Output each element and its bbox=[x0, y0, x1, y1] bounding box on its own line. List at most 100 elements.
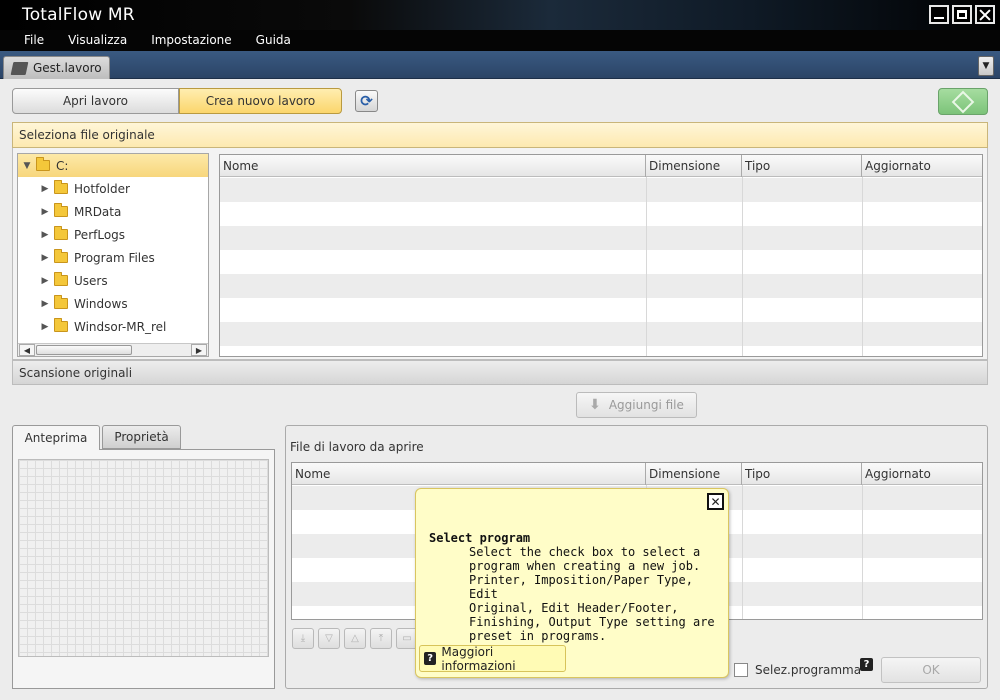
tree-item-label: Windsor-MR_rel bbox=[74, 319, 167, 334]
more-info-label: Maggiori informazioni bbox=[441, 644, 516, 673]
add-file-button[interactable]: ⬇ Aggiungi file bbox=[576, 392, 697, 418]
tree-item-label: Hotfolder bbox=[74, 181, 130, 196]
tooltip-title: Select program bbox=[429, 531, 531, 545]
column-name[interactable]: Nome bbox=[220, 155, 646, 177]
tree-item-label: MRData bbox=[74, 204, 122, 219]
column-updated[interactable]: Aggiornato bbox=[862, 155, 982, 177]
column-name[interactable]: Nome bbox=[292, 463, 646, 485]
close-icon[interactable]: ✕ bbox=[707, 493, 724, 510]
collapsed-arrow-icon[interactable]: ▶ bbox=[40, 322, 50, 332]
folder-tree[interactable]: ▼ C: ▶ Hotfolder ▶ MRData ▶ PerfLogs ▶ P… bbox=[17, 153, 209, 357]
table-row[interactable] bbox=[220, 274, 982, 298]
tree-horizontal-scrollbar[interactable]: ◀ ▶ bbox=[18, 343, 208, 356]
tree-item-perflogs[interactable]: ▶ PerfLogs bbox=[18, 223, 208, 246]
tab-job-management-label: Gest.lavoro bbox=[33, 61, 102, 75]
expanded-arrow-icon[interactable]: ▼ bbox=[22, 161, 32, 171]
tab-strip: Gest.lavoro ▼ bbox=[0, 51, 1000, 79]
table-header: Nome Dimensione Tipo Aggiornato bbox=[220, 155, 982, 177]
start-button[interactable] bbox=[938, 88, 988, 115]
more-info-button[interactable]: ? Maggiori informazioni bbox=[419, 644, 566, 673]
preview-canvas bbox=[18, 459, 269, 657]
column-size[interactable]: Dimensione bbox=[646, 463, 742, 485]
job-files-title: File di lavoro da aprire bbox=[290, 440, 424, 454]
menu-visualizza[interactable]: Visualizza bbox=[56, 30, 139, 51]
table-row[interactable] bbox=[220, 202, 982, 226]
help-icon[interactable]: ? bbox=[860, 658, 873, 671]
tree-item-label: C: bbox=[56, 158, 69, 173]
refresh-icon[interactable]: ⟳ bbox=[355, 90, 378, 112]
minimize-button[interactable] bbox=[929, 5, 949, 24]
column-divider bbox=[742, 177, 743, 356]
collapsed-arrow-icon[interactable]: ▶ bbox=[40, 230, 50, 240]
table-header: Nome Dimensione Tipo Aggiornato bbox=[292, 463, 982, 485]
folder-icon bbox=[54, 180, 68, 194]
tree-item-windsor[interactable]: ▶ Windsor-MR_rel bbox=[18, 315, 208, 338]
app-title: TotalFlow MR bbox=[22, 5, 135, 25]
tooltip-body: Select the check box to select a program… bbox=[469, 545, 715, 643]
create-job-button[interactable]: Crea nuovo lavoro bbox=[179, 88, 342, 114]
column-updated[interactable]: Aggiornato bbox=[862, 463, 982, 485]
title-bar: TotalFlow MR bbox=[0, 0, 1000, 30]
tree-item-mrdata[interactable]: ▶ MRData bbox=[18, 200, 208, 223]
select-program-checkbox[interactable] bbox=[734, 663, 748, 677]
tree-item-label: Windows bbox=[74, 296, 128, 311]
folder-icon bbox=[54, 272, 68, 286]
window-controls bbox=[929, 5, 995, 24]
move-to-top-icon[interactable]: ⤒ bbox=[370, 628, 392, 649]
column-type[interactable]: Tipo bbox=[742, 463, 862, 485]
scrollbar-thumb[interactable] bbox=[36, 345, 132, 355]
menu-bar: File Visualizza Impostazione Guida bbox=[0, 30, 1000, 51]
download-arrow-icon: ⬇ bbox=[589, 397, 601, 413]
menu-file[interactable]: File bbox=[12, 30, 56, 51]
menu-guida[interactable]: Guida bbox=[244, 30, 303, 51]
ok-button[interactable]: OK bbox=[881, 657, 981, 683]
collapsed-arrow-icon[interactable]: ▶ bbox=[40, 207, 50, 217]
scan-originals-header[interactable]: Scansione originali bbox=[12, 360, 988, 385]
select-original-header[interactable]: Seleziona file originale bbox=[12, 122, 988, 148]
table-row[interactable] bbox=[220, 226, 982, 250]
column-size[interactable]: Dimensione bbox=[646, 155, 742, 177]
folder-icon bbox=[54, 318, 68, 332]
tab-dropdown-button[interactable]: ▼ bbox=[978, 56, 994, 76]
start-icon bbox=[951, 90, 975, 113]
document-icon bbox=[10, 61, 29, 75]
tree-item-label: Users bbox=[74, 273, 108, 288]
menu-impostazione[interactable]: Impostazione bbox=[139, 30, 243, 51]
table-row[interactable] bbox=[220, 298, 982, 322]
help-icon: ? bbox=[424, 652, 437, 665]
tree-item-windows[interactable]: ▶ Windows bbox=[18, 292, 208, 315]
open-job-button[interactable]: Apri lavoro bbox=[12, 88, 179, 114]
tree-item-c[interactable]: ▼ C: bbox=[18, 154, 208, 177]
job-mode-switch: Apri lavoro Crea nuovo lavoro bbox=[12, 88, 342, 114]
maximize-button[interactable] bbox=[952, 5, 972, 24]
table-row[interactable] bbox=[220, 178, 982, 202]
tree-item-hotfolder[interactable]: ▶ Hotfolder bbox=[18, 177, 208, 200]
tab-preview[interactable]: Anteprima bbox=[12, 425, 100, 450]
scroll-right-icon[interactable]: ▶ bbox=[191, 344, 207, 356]
collapsed-arrow-icon[interactable]: ▶ bbox=[40, 299, 50, 309]
add-file-label: Aggiungi file bbox=[608, 398, 684, 412]
tree-item-program-files[interactable]: ▶ Program Files bbox=[18, 246, 208, 269]
column-type[interactable]: Tipo bbox=[742, 155, 862, 177]
collapsed-arrow-icon[interactable]: ▶ bbox=[40, 253, 50, 263]
tree-item-users[interactable]: ▶ Users bbox=[18, 269, 208, 292]
column-divider bbox=[862, 177, 863, 356]
column-divider bbox=[862, 485, 863, 619]
select-program-label[interactable]: Selez.programma bbox=[755, 663, 861, 677]
table-row[interactable] bbox=[220, 250, 982, 274]
move-down-icon[interactable]: ▽ bbox=[318, 628, 340, 649]
column-divider bbox=[742, 485, 743, 619]
tab-job-management[interactable]: Gest.lavoro bbox=[3, 56, 110, 79]
folder-icon bbox=[36, 157, 50, 171]
collapsed-arrow-icon[interactable]: ▶ bbox=[40, 184, 50, 194]
folder-icon bbox=[54, 203, 68, 217]
scroll-left-icon[interactable]: ◀ bbox=[19, 344, 35, 356]
table-row[interactable] bbox=[220, 322, 982, 346]
tab-properties[interactable]: Proprietà bbox=[102, 425, 181, 449]
original-files-table[interactable]: Nome Dimensione Tipo Aggiornato bbox=[219, 154, 983, 357]
folder-icon bbox=[54, 226, 68, 240]
move-to-bottom-icon[interactable]: ⤓ bbox=[292, 628, 314, 649]
collapsed-arrow-icon[interactable]: ▶ bbox=[40, 276, 50, 286]
close-window-button[interactable] bbox=[975, 5, 995, 24]
move-up-icon[interactable]: △ bbox=[344, 628, 366, 649]
